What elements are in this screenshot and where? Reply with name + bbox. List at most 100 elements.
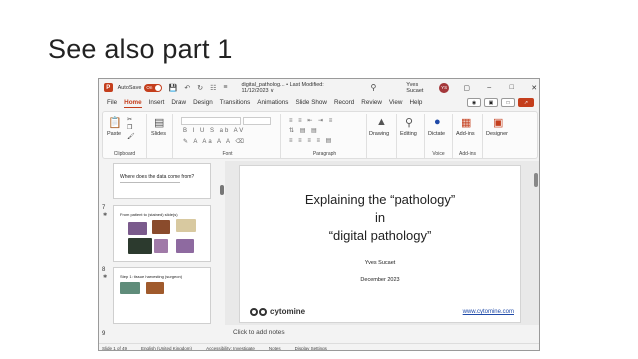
drawing-button[interactable]: Drawing — [369, 131, 389, 137]
maximize-icon[interactable]: □ — [507, 84, 517, 91]
star-icon: ✱ — [103, 274, 108, 280]
slide-date[interactable]: December 2023 — [240, 277, 520, 283]
tab-draw[interactable]: Draw — [171, 99, 186, 107]
shapes-icon[interactable]: ▲ — [376, 116, 387, 128]
quick-access-icon[interactable]: ☷ — [210, 84, 216, 92]
cut-icon[interactable]: ✂ — [127, 116, 132, 123]
thumbnail-title: Step 1: tissue harvesting (surgeon) — [120, 274, 183, 279]
logo-circle — [250, 307, 258, 316]
search-icon[interactable]: ⚲ — [370, 83, 376, 92]
comments-icon[interactable]: □ — [501, 98, 515, 107]
slide-thumbnail-7[interactable]: From patient to (stained) slide(s) — [113, 205, 211, 262]
copy-icon[interactable]: ❐ — [127, 124, 132, 131]
redo-icon[interactable]: ↻ — [197, 84, 203, 92]
list-buttons[interactable]: ≡ ≡ ⇤ ⇥ ≡ — [289, 117, 334, 124]
tab-review[interactable]: Review — [361, 99, 382, 107]
slide-thumbnail-6[interactable]: Where does the data come from? — [113, 163, 211, 199]
font-size-select[interactable] — [243, 117, 271, 125]
thumbnail-number: 7 — [102, 205, 106, 211]
slide-thumbnail-pane: Where does the data come from? 7 ✱ From … — [99, 161, 217, 341]
clipboard-group: 📋 Paste ✂ ❐ 🖌 Clipboard — [103, 114, 147, 158]
text-format-buttons[interactable]: B I U S ab AV — [183, 128, 245, 134]
user-name[interactable]: Yves Sucaet — [406, 82, 435, 94]
powerpoint-logo-icon: P — [104, 83, 113, 92]
slide-url-link[interactable]: www.cytomine.com — [463, 309, 514, 315]
display-settings-button[interactable]: Display Settings — [295, 346, 327, 351]
font-color-buttons[interactable]: ✎ A Aa A A ⌫ — [183, 138, 246, 145]
designer-icon[interactable]: ▣ — [493, 116, 503, 129]
thumbnail-title: From patient to (stained) slide(s) — [120, 212, 178, 217]
editor-scrollbar[interactable] — [534, 163, 538, 328]
paste-icon[interactable]: 📋 — [108, 116, 122, 129]
notes-placeholder[interactable]: Click to add notes — [233, 329, 285, 336]
microphone-icon[interactable]: ● — [434, 116, 441, 128]
slide-image — [146, 282, 164, 294]
current-slide[interactable]: Explaining the “pathology” in “digital p… — [239, 165, 521, 323]
save-icon[interactable]: 💾 — [169, 84, 178, 92]
autosave-toggle[interactable]: On — [144, 83, 162, 92]
slide-image — [120, 282, 140, 294]
slide-image — [152, 220, 170, 234]
addins-icon[interactable]: ▦ — [461, 116, 471, 129]
logo-circle — [259, 307, 267, 316]
slides-button[interactable]: Slides — [151, 131, 166, 137]
thumbnail-scrollbar[interactable] — [220, 163, 224, 338]
addins-group-label: Add-ins — [459, 151, 476, 157]
document-filename[interactable]: digital_patholog... • Last Modified: 11/… — [242, 82, 353, 94]
customize-toolbar-icon[interactable]: ≡ — [223, 84, 227, 91]
clipboard-label: Clipboard — [113, 151, 136, 157]
slide-title-line-3[interactable]: “digital pathology” — [240, 228, 520, 243]
share-button[interactable]: ↗ — [518, 98, 534, 107]
tab-home[interactable]: Home — [124, 99, 142, 108]
new-slide-icon[interactable]: ▤ — [154, 116, 164, 129]
avatar[interactable]: YS — [439, 82, 449, 93]
language-indicator[interactable]: English (United Kingdom) — [141, 346, 192, 351]
ribbon-right-actions: ◉ ▣ □ ↗ — [464, 98, 534, 107]
paragraph-label: Paragraph — [312, 151, 337, 157]
direction-buttons[interactable]: ⇅ ▤ ▤ — [289, 127, 319, 134]
accessibility-indicator[interactable]: Accessibility: Investigate — [206, 346, 255, 351]
slide-title-line-2[interactable]: in — [240, 210, 520, 225]
present-icon[interactable]: ▣ — [484, 98, 498, 107]
slide-title-line-1[interactable]: Explaining the “pathology” — [240, 192, 520, 207]
dictate-button[interactable]: Dictate — [428, 131, 445, 137]
slide-image — [128, 222, 147, 235]
paragraph-group: ≡ ≡ ⇤ ⇥ ≡ ⇅ ▤ ▤ ≡ ≡ ≡ ≡ ▤ Paragraph — [283, 114, 367, 158]
font-family-select[interactable] — [181, 117, 241, 125]
slide-thumbnail-8[interactable]: Step 1: tissue harvesting (surgeon) — [113, 267, 211, 324]
align-buttons[interactable]: ≡ ≡ ≡ ≡ ▤ — [289, 137, 333, 144]
tab-file[interactable]: File — [107, 99, 117, 107]
record-icon[interactable]: ◉ — [467, 98, 481, 107]
tab-slide-show[interactable]: Slide Show — [295, 99, 327, 107]
slide-image — [154, 239, 168, 253]
autosave-label: AutoSave — [117, 84, 142, 91]
tab-transitions[interactable]: Transitions — [220, 99, 251, 107]
editing-button[interactable]: Editing — [400, 131, 417, 137]
paste-button[interactable]: Paste — [107, 131, 121, 137]
designer-button[interactable]: Designer — [486, 131, 508, 137]
undo-icon[interactable]: ↶ — [184, 84, 190, 92]
slide-image — [128, 238, 152, 254]
presentation-slide-title: See also part 1 — [48, 34, 233, 64]
tab-help[interactable]: Help — [409, 99, 422, 107]
tab-view[interactable]: View — [389, 99, 403, 107]
status-bar: Slide 1 of 49 English (United Kingdom) A… — [99, 343, 539, 351]
close-icon[interactable]: ✕ — [529, 84, 539, 92]
notes-button[interactable]: Notes — [269, 346, 281, 351]
ribbon-options-icon[interactable]: ▢ — [462, 84, 472, 92]
tab-design[interactable]: Design — [193, 99, 213, 107]
minimize-icon[interactable]: – — [484, 84, 494, 91]
format-painter-icon[interactable]: 🖌 — [127, 133, 135, 140]
tab-record[interactable]: Record — [334, 99, 354, 107]
thumbnail-divider — [120, 182, 180, 183]
ribbon: 📋 Paste ✂ ❐ 🖌 Clipboard ▤ Slides B I U S… — [102, 111, 538, 159]
slide-author[interactable]: Yves Sucaet — [240, 260, 520, 266]
tab-animations[interactable]: Animations — [257, 99, 288, 107]
editing-group: ⚲ Editing — [397, 114, 425, 158]
tab-insert[interactable]: Insert — [149, 99, 165, 107]
logo-text: cytomine — [270, 307, 306, 316]
find-icon[interactable]: ⚲ — [405, 116, 413, 129]
thumbnail-title: Where does the data come from? — [120, 174, 195, 180]
slide-image — [176, 219, 196, 232]
addins-button[interactable]: Add-ins — [456, 131, 475, 137]
